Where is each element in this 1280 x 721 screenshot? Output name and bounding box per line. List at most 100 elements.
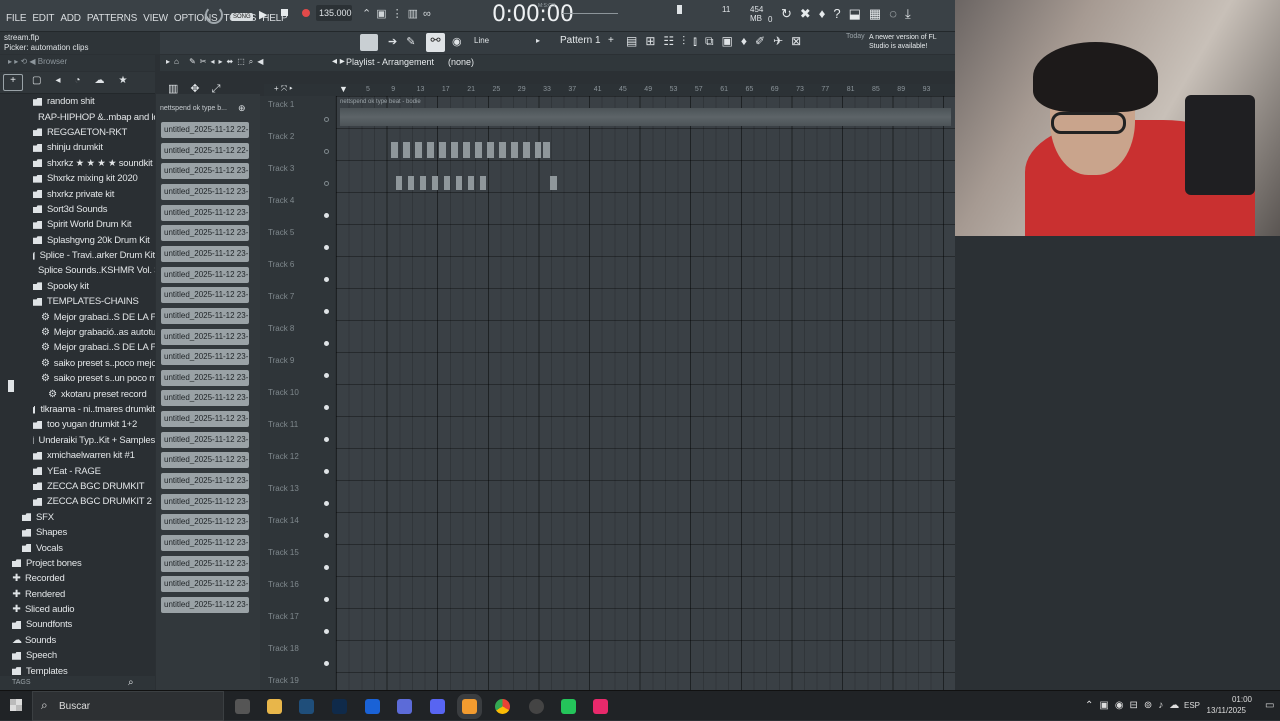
browser-item[interactable]: ZECCA BGC DRUMKIT 2: [0, 494, 155, 509]
picker-add-icon[interactable]: ⊕: [238, 103, 246, 114]
browser-item[interactable]: ⚙Mejor grabaci..S DE LA FIESTA: [0, 309, 155, 324]
browser-item[interactable]: ⚙Mejor grabaci..S DE LA FIESTA: [0, 340, 155, 355]
browser-item[interactable]: Templates: [0, 663, 155, 676]
metronome-icon[interactable]: ⌃▣⋮▥∞: [362, 7, 436, 20]
pattern-item[interactable]: untitled_2025-11-12 23-...: [161, 307, 249, 324]
playhead-marker[interactable]: ▼: [339, 84, 348, 94]
pattern-item[interactable]: untitled_2025-11-12 23-...: [161, 452, 249, 469]
track-header[interactable]: Track 2: [260, 128, 335, 160]
track-mute-led[interactable]: [324, 277, 329, 282]
clock-date[interactable]: 13/11/2025: [1198, 706, 1246, 715]
pattern-item[interactable]: untitled_2025-11-12 23-...: [161, 596, 249, 613]
file-explorer-icon[interactable]: [267, 699, 282, 714]
browser-item[interactable]: Vocals: [0, 540, 155, 555]
track-mute-led[interactable]: [324, 117, 329, 122]
track-mute-led[interactable]: [324, 629, 329, 634]
pattern-item[interactable]: untitled_2025-11-12 23-...: [161, 514, 249, 531]
browser-item[interactable]: ✚ Rendered: [0, 587, 155, 602]
photoshop-icon[interactable]: [332, 699, 347, 714]
pattern-item[interactable]: untitled_2025-11-12 23-...: [161, 473, 249, 490]
pattern-item[interactable]: untitled_2025-11-12 23-...: [161, 266, 249, 283]
browser-item[interactable]: shxrkz ★ ★ ★ ★ soundkit: [0, 156, 155, 171]
pattern-item[interactable]: untitled_2025-11-12 23-...: [161, 163, 249, 180]
window-icons[interactable]: ▤⊞☷⫶⫾⧉▣♦✐✈⊠: [626, 34, 809, 49]
browser-item[interactable]: YEat - RAGE: [0, 463, 155, 478]
pattern-item[interactable]: untitled_2025-11-12 23-...: [161, 411, 249, 428]
pattern-item[interactable]: untitled_2025-11-12 23-...: [161, 245, 249, 262]
browser-item[interactable]: ⚙saiko preset s..un poco mejor: [0, 371, 155, 386]
browser-item[interactable]: Spirit World Drum Kit: [0, 217, 155, 232]
browser-item[interactable]: shxrkz private kit: [0, 186, 155, 201]
browser-item[interactable]: Speech: [0, 648, 155, 663]
track-header[interactable]: Track 15: [260, 544, 335, 576]
browser-item[interactable]: Splice - Travi..arker Drum Kit: [0, 248, 155, 263]
pattern-item[interactable]: untitled_2025-11-12 23-...: [161, 493, 249, 510]
track-mute-led[interactable]: [324, 469, 329, 474]
browser-item[interactable]: ⚙Mejor grabació..as autotune): [0, 325, 155, 340]
picker-mode-icons[interactable]: ▥✥⤢: [168, 82, 232, 96]
browser-item[interactable]: REGGAETON-RKT: [0, 125, 155, 140]
track-mute-led[interactable]: [324, 213, 329, 218]
tiktok-icon[interactable]: [593, 699, 608, 714]
track-header[interactable]: Track 17: [260, 608, 335, 640]
track-header[interactable]: Track 8: [260, 320, 335, 352]
pattern-item[interactable]: untitled_2025-11-12 22-...: [161, 142, 249, 159]
pattern-item[interactable]: untitled_2025-11-12 23-...: [161, 369, 249, 386]
browser-item[interactable]: ⚙saiko preset s..poco mejor v2: [0, 356, 155, 371]
link-icon[interactable]: ⚯: [426, 33, 445, 52]
record-icon[interactable]: [302, 9, 310, 17]
track-header[interactable]: Track 13: [260, 480, 335, 512]
browser-item[interactable]: ✚ Sliced audio: [0, 602, 155, 617]
add-pattern-icon[interactable]: +: [608, 35, 614, 46]
browser-item[interactable]: Spooky kit: [0, 279, 155, 294]
browser-item[interactable]: ⚙ xkotaru preset record: [0, 386, 155, 401]
browser-item[interactable]: Sort3d Sounds: [0, 202, 155, 217]
pattern-item[interactable]: untitled_2025-11-12 23-...: [161, 390, 249, 407]
browser-item[interactable]: SFX: [0, 510, 155, 525]
tempo-display[interactable]: 135.000: [316, 5, 352, 21]
vegas-icon[interactable]: [365, 699, 380, 714]
track-header[interactable]: Track 5: [260, 224, 335, 256]
track-mute-led[interactable]: [324, 309, 329, 314]
magnet-icon[interactable]: ◉: [452, 35, 462, 48]
pattern-item[interactable]: untitled_2025-11-12 23-...: [161, 225, 249, 242]
pattern-item[interactable]: untitled_2025-11-12 23-...: [161, 204, 249, 221]
chrome-icon[interactable]: [495, 699, 510, 714]
snap-mode[interactable]: Line: [474, 36, 489, 45]
track-header[interactable]: Track 6: [260, 256, 335, 288]
track-header[interactable]: Track 1: [260, 96, 335, 128]
piano-roll-icon[interactable]: [360, 34, 378, 51]
track-header[interactable]: Track 3: [260, 160, 335, 192]
audio-clip[interactable]: [340, 108, 951, 126]
tray-icons[interactable]: ⌃▣◉⊟⊚♪☁: [1085, 700, 1185, 711]
track-header[interactable]: Track 12: [260, 448, 335, 480]
utility-icons[interactable]: ↻✖♦?⬓▦◌⤓: [781, 6, 919, 22]
search-icon[interactable]: ⌕: [128, 677, 134, 688]
clock-time[interactable]: 01:00: [1204, 695, 1252, 704]
browser-item[interactable]: Splice Sounds..KSHMR Vol. 3: [0, 263, 155, 278]
track-mute-led[interactable]: [324, 341, 329, 346]
pattern-item[interactable]: untitled_2025-11-12 23-...: [161, 287, 249, 304]
track-mute-led[interactable]: [324, 149, 329, 154]
menu-patterns[interactable]: PATTERNS: [87, 13, 137, 24]
start-icon[interactable]: [10, 699, 22, 711]
track-header[interactable]: Track 14: [260, 512, 335, 544]
pattern-item[interactable]: untitled_2025-11-12 23-...: [161, 576, 249, 593]
browser-item[interactable]: Underaiki Typ..Kit + Samples: [0, 433, 155, 448]
pattern-item[interactable]: untitled_2025-11-12 23-...: [161, 535, 249, 551]
fl-studio-icon[interactable]: [462, 699, 477, 714]
menu-view[interactable]: VIEW: [143, 13, 168, 24]
menu-file[interactable]: FILE: [6, 13, 27, 24]
browser-item[interactable]: Soundfonts: [0, 617, 155, 632]
track-mute-led[interactable]: [324, 181, 329, 186]
browser-filter-icons[interactable]: ▢◂◔☁★: [32, 75, 141, 86]
collapse-icon[interactable]: +: [3, 74, 23, 91]
browser-item[interactable]: RAP-HIPHOP &..mbap and lofi: [0, 109, 155, 124]
track-mute-led[interactable]: [324, 565, 329, 570]
track-header[interactable]: Track 18: [260, 640, 335, 672]
pattern-clip-track-3[interactable]: [396, 176, 486, 190]
browser-item[interactable]: TEMPLATES-CHAINS: [0, 294, 155, 309]
kick-icon[interactable]: [561, 699, 576, 714]
playlist-pattern-selector[interactable]: (none): [448, 57, 474, 67]
browser-item[interactable]: random shit: [0, 94, 155, 109]
